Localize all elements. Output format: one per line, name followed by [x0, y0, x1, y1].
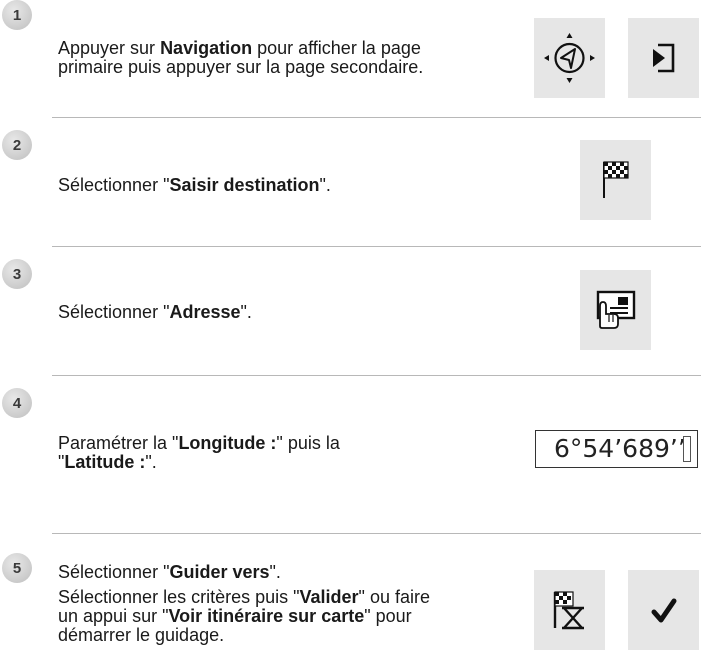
step-4-instruction: Paramétrer la "Longitude :" puis la "Lat…	[58, 434, 340, 472]
text-line: Appuyer sur Navigation pour afficher la …	[58, 38, 421, 58]
coordinate-value: 6°54’689’’	[554, 434, 686, 463]
address-button[interactable]	[580, 270, 651, 350]
text-line: Paramétrer la "Longitude :" puis la	[58, 433, 340, 453]
enter-destination-button[interactable]	[580, 140, 651, 220]
step-3-instruction: Sélectionner "Adresse".	[58, 303, 252, 322]
guide-to-button[interactable]	[534, 570, 605, 650]
text-line: Sélectionner "Guider vers".	[58, 562, 281, 582]
checkmark-icon	[651, 598, 677, 623]
secondary-page-button[interactable]	[628, 18, 699, 98]
step-number-badge: 4	[2, 388, 32, 418]
flag-hourglass-icon	[553, 591, 584, 630]
text-line: Sélectionner "Adresse".	[58, 302, 252, 322]
checkered-flag-icon	[603, 161, 629, 198]
text-cursor	[683, 436, 691, 462]
step-number-badge: 2	[2, 130, 32, 160]
text-line: "Latitude :".	[58, 452, 157, 472]
step-number-badge: 5	[2, 553, 32, 583]
text-line: démarrer le guidage.	[58, 625, 225, 645]
secondary-page-icon	[653, 43, 675, 73]
text-line: un appui sur "Voir itinéraire sur carte"…	[58, 606, 412, 626]
navigation-compass-icon	[544, 33, 595, 83]
text-line: primaire puis appuyer sur la page second…	[58, 57, 424, 77]
step-number-badge: 1	[2, 0, 32, 30]
text-line: Sélectionner les critères puis "Valider"…	[58, 587, 430, 607]
hand-address-card-icon	[596, 290, 636, 329]
divider	[52, 246, 701, 247]
divider	[52, 117, 701, 118]
step-5-instruction: Sélectionner "Guider vers". Sélectionner…	[58, 563, 430, 645]
divider	[52, 375, 701, 376]
navigation-button[interactable]	[534, 18, 605, 98]
step-2-instruction: Sélectionner "Saisir destination".	[58, 176, 331, 195]
text-line: Sélectionner "Saisir destination".	[58, 175, 331, 195]
coordinate-input-display[interactable]: 6°54’689’’	[535, 430, 698, 468]
divider	[52, 533, 701, 534]
step-number-badge: 3	[2, 259, 32, 289]
step-1-instruction: Appuyer sur Navigation pour afficher la …	[58, 39, 423, 77]
validate-button[interactable]	[628, 570, 699, 650]
